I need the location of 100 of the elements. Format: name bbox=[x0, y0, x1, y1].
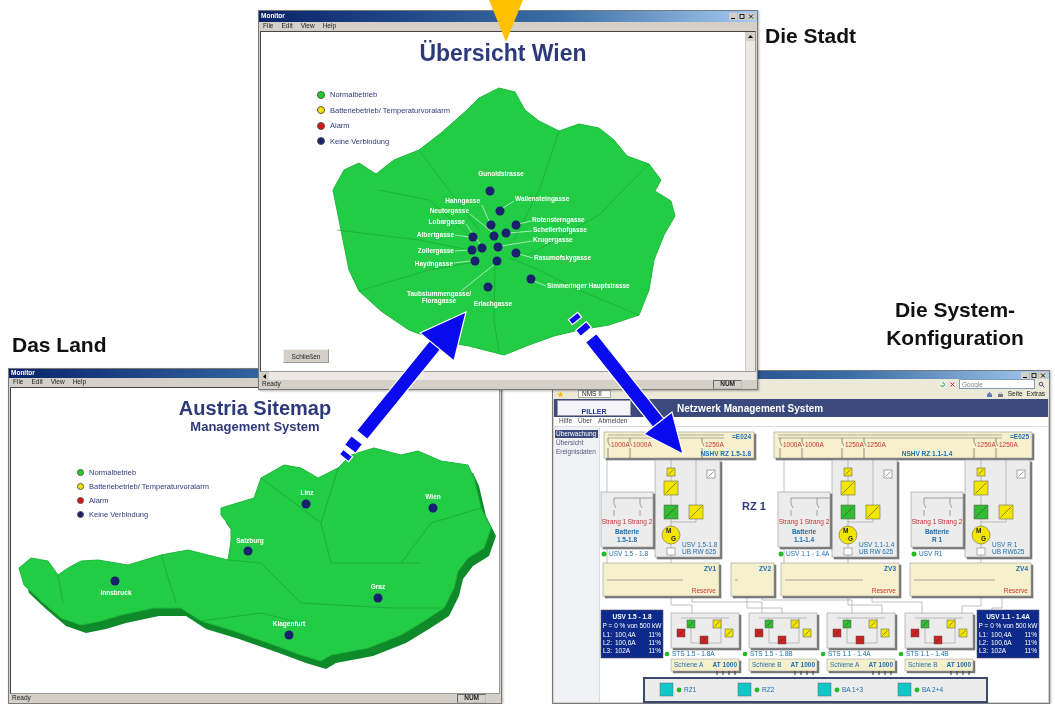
status-dot bbox=[676, 687, 682, 693]
switch-icon bbox=[790, 619, 800, 629]
output-icon bbox=[897, 682, 912, 697]
leader-line bbox=[518, 253, 534, 259]
switch-icon bbox=[666, 467, 676, 477]
status-dot bbox=[601, 551, 607, 557]
power-panel bbox=[976, 609, 1040, 659]
scroll-up-icon[interactable] bbox=[746, 32, 755, 41]
switch-icon bbox=[855, 635, 865, 645]
switch-icon bbox=[706, 469, 716, 479]
scrollbar[interactable] bbox=[260, 372, 756, 380]
minimize-icon[interactable] bbox=[1021, 371, 1029, 379]
switch-icon bbox=[976, 547, 986, 556]
switch-icon bbox=[764, 619, 774, 629]
rail-panel bbox=[904, 658, 974, 676]
site-marker[interactable] bbox=[492, 256, 502, 266]
breaker-icon bbox=[801, 437, 805, 459]
breaker-icon bbox=[607, 437, 611, 459]
star-icon[interactable] bbox=[557, 390, 564, 398]
output-icon bbox=[737, 682, 752, 697]
breaker-icon bbox=[863, 437, 867, 459]
site-marker[interactable] bbox=[470, 256, 480, 266]
leader-line bbox=[508, 230, 533, 234]
rectifier-icon bbox=[663, 480, 679, 496]
switch-icon bbox=[843, 547, 853, 556]
machine-icon bbox=[971, 525, 991, 545]
site-marker[interactable] bbox=[526, 274, 536, 284]
breaker-icon bbox=[995, 437, 999, 459]
site-marker[interactable] bbox=[511, 220, 521, 230]
bypass-icon bbox=[688, 504, 704, 520]
printer-icon[interactable] bbox=[996, 390, 1004, 398]
switch-icon bbox=[686, 619, 696, 629]
leader-line bbox=[518, 220, 532, 225]
switch-icon bbox=[868, 619, 878, 629]
page-heading: Austria Sitemap bbox=[177, 397, 333, 419]
scrollbar[interactable] bbox=[745, 32, 755, 371]
close-icon[interactable] bbox=[747, 13, 755, 20]
maximize-icon[interactable] bbox=[1030, 371, 1038, 379]
site-marker[interactable] bbox=[495, 206, 505, 216]
section-label: RZ 1 bbox=[742, 500, 766, 512]
scroll-left-icon[interactable] bbox=[260, 372, 269, 381]
site-marker[interactable] bbox=[468, 232, 478, 242]
switch-icon bbox=[920, 619, 930, 629]
leader-line bbox=[533, 280, 547, 287]
status-dot bbox=[754, 687, 760, 693]
stop-icon[interactable] bbox=[949, 380, 956, 388]
site-marker[interactable] bbox=[486, 220, 496, 230]
battery-panel bbox=[910, 491, 964, 548]
switch-icon bbox=[843, 467, 853, 477]
switch-icon bbox=[802, 628, 812, 638]
switch-icon bbox=[832, 628, 842, 638]
status-dot bbox=[778, 551, 784, 557]
switch-icon bbox=[976, 467, 986, 477]
distributor-panel bbox=[730, 562, 775, 597]
switch-icon bbox=[1016, 469, 1026, 479]
page-subheading: Management System bbox=[189, 419, 321, 434]
minimize-icon[interactable] bbox=[729, 13, 737, 20]
site-marker[interactable] bbox=[428, 503, 438, 513]
pointer-arrow bbox=[489, 0, 523, 42]
rectifier-icon bbox=[840, 480, 856, 496]
switch-icon bbox=[946, 619, 956, 629]
switch-icon bbox=[842, 619, 852, 629]
breaker-icon bbox=[779, 437, 783, 459]
switch-icon bbox=[724, 628, 734, 638]
site-marker[interactable] bbox=[110, 576, 120, 586]
status-dot bbox=[898, 651, 904, 657]
site-marker[interactable] bbox=[477, 243, 487, 253]
machine-icon bbox=[838, 525, 858, 545]
site-marker[interactable] bbox=[373, 593, 383, 603]
search-icon[interactable] bbox=[1038, 380, 1045, 388]
site-marker[interactable] bbox=[501, 228, 511, 238]
site-marker[interactable] bbox=[485, 186, 495, 196]
status-dot bbox=[834, 687, 840, 693]
site-marker[interactable] bbox=[284, 630, 294, 640]
site-title: Netzwerk Management System bbox=[677, 402, 824, 414]
status-dot bbox=[911, 551, 917, 557]
site-marker[interactable] bbox=[243, 546, 253, 556]
connection-line bbox=[961, 595, 982, 614]
site-marker[interactable] bbox=[467, 245, 477, 255]
machine-icon bbox=[661, 525, 681, 545]
leader-line bbox=[454, 249, 469, 252]
switch-icon bbox=[754, 628, 764, 638]
caption: Die System-Konfiguration bbox=[885, 297, 1025, 351]
site-marker[interactable] bbox=[511, 248, 521, 258]
site-marker[interactable] bbox=[301, 499, 311, 509]
close-icon[interactable] bbox=[1039, 371, 1047, 379]
site-marker[interactable] bbox=[483, 282, 493, 292]
site-marker[interactable] bbox=[493, 242, 503, 252]
site-marker[interactable] bbox=[489, 231, 499, 241]
breaker-icon bbox=[841, 437, 845, 459]
caption: Die Stadt bbox=[765, 23, 857, 49]
output-icon bbox=[659, 682, 674, 697]
leader-line bbox=[502, 200, 515, 209]
status-dot bbox=[914, 687, 920, 693]
switch-icon bbox=[712, 619, 722, 629]
maximize-icon[interactable] bbox=[738, 13, 746, 20]
status-dot bbox=[820, 651, 826, 657]
power-panel bbox=[600, 609, 664, 659]
caption: Das Land bbox=[12, 332, 108, 358]
rail-panel bbox=[826, 658, 896, 676]
